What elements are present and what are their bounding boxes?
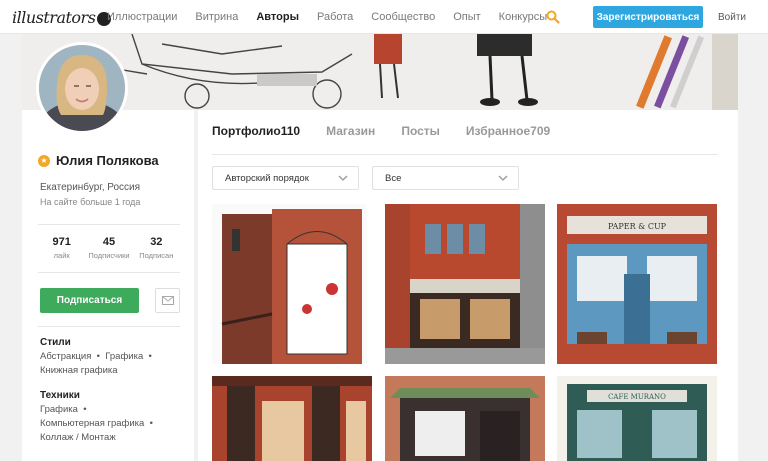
profile-tabs: Портфолио110 Магазин Посты Избранное709 (212, 124, 576, 138)
shop-sign-text: PAPER & CUP (608, 222, 667, 231)
stat-followers-value: 45 (102, 236, 116, 248)
stat-likes[interactable]: 971 лайк (38, 236, 85, 260)
technique-tag[interactable]: Компьютерная графика (40, 418, 144, 429)
star-icon: ★ (38, 154, 50, 167)
site-logo[interactable]: illustrators (12, 6, 112, 28)
profile-avatar[interactable] (36, 42, 128, 134)
tab-favorites-label: Избранное (465, 124, 531, 138)
portfolio-item[interactable]: CAFE MURANO (557, 376, 717, 461)
profile-name: Юлия Полякова (56, 153, 159, 168)
profile-name-row: ★ Юлия Полякова (38, 153, 159, 168)
stat-following-label: Подписан (139, 251, 174, 260)
envelope-icon (161, 296, 174, 305)
profile-stats: 971 лайк 45 Подписчики 32 Подписан (38, 236, 180, 260)
divider (38, 326, 180, 327)
divider (38, 272, 180, 273)
nav-experience[interactable]: Опыт (453, 11, 480, 23)
styles-title: Стили (40, 337, 71, 348)
portfolio-item[interactable]: PAPER & CUP (557, 204, 717, 364)
style-tag[interactable]: Графика (105, 351, 143, 362)
logo-text: illustrators (12, 7, 96, 27)
profile-location: Екатеринбург, Россия (40, 182, 141, 193)
nav-work[interactable]: Работа (317, 11, 353, 23)
portfolio-panel: Портфолио110 Магазин Посты Избранное709 … (198, 110, 738, 461)
nav-showcase[interactable]: Витрина (195, 11, 238, 23)
tab-posts[interactable]: Посты (401, 124, 440, 138)
category-select[interactable]: Все (372, 166, 519, 190)
portfolio-item[interactable] (212, 204, 367, 364)
style-tag[interactable]: Абстракция (40, 351, 91, 362)
top-navbar: illustrators Иллюстрации Витрина Авторы … (0, 0, 768, 34)
sort-select-value: Авторский порядок (225, 172, 309, 184)
tab-shop-label: Магазин (326, 124, 376, 138)
technique-tag[interactable]: Графика (40, 404, 78, 415)
main-nav: Иллюстрации Витрина Авторы Работа Сообще… (107, 0, 565, 34)
tab-portfolio[interactable]: Портфолио110 (212, 124, 300, 138)
login-link[interactable]: Войти (718, 12, 746, 23)
sort-select[interactable]: Авторский порядок (212, 166, 359, 190)
stat-followers[interactable]: 45 Подписчики (85, 236, 132, 260)
tab-favorites-count: 709 (530, 124, 551, 138)
stat-followers-label: Подписчики (88, 251, 130, 260)
stat-likes-label: лайк (53, 251, 70, 260)
styles-list: Абстракция • Графика • Книжная графика (40, 351, 152, 376)
tab-posts-label: Посты (401, 124, 440, 138)
nav-contests[interactable]: Конкурсы (499, 11, 547, 23)
nav-community[interactable]: Сообщество (371, 11, 435, 23)
portfolio-item[interactable] (385, 204, 545, 364)
register-button[interactable]: Зарегистрироваться (593, 6, 703, 28)
category-select-value: Все (385, 172, 402, 184)
techniques-title: Техники (40, 390, 80, 401)
nav-illustrations[interactable]: Иллюстрации (107, 11, 177, 23)
chevron-down-icon (498, 175, 508, 181)
shop-sign-text: CAFE MURANO (608, 393, 666, 401)
tabs-underline (212, 154, 718, 155)
subscribe-button[interactable]: Подписаться (40, 288, 139, 313)
stat-following-value: 32 (150, 236, 163, 248)
portfolio-item[interactable] (212, 376, 372, 461)
nav-authors[interactable]: Авторы (256, 11, 299, 23)
style-tag[interactable]: Книжная графика (40, 365, 118, 376)
message-button[interactable] (155, 288, 180, 313)
tab-portfolio-count: 110 (280, 124, 301, 138)
profile-cover-image (22, 34, 738, 110)
tab-portfolio-label: Портфолио (212, 124, 281, 138)
tab-shop[interactable]: Магазин (326, 124, 375, 138)
techniques-list: Графика • Компьютерная графика • Коллаж … (40, 404, 153, 443)
stat-likes-value: 971 (52, 236, 71, 248)
member-since: На сайте больше 1 года (40, 197, 141, 207)
chevron-down-icon (338, 175, 348, 181)
stat-following[interactable]: 32 Подписан (133, 236, 180, 260)
divider (38, 224, 180, 225)
portfolio-item[interactable] (385, 376, 545, 461)
tab-favorites[interactable]: Избранное709 (466, 124, 550, 138)
technique-tag[interactable]: Коллаж / Монтаж (40, 432, 116, 443)
search-icon[interactable] (546, 10, 560, 24)
